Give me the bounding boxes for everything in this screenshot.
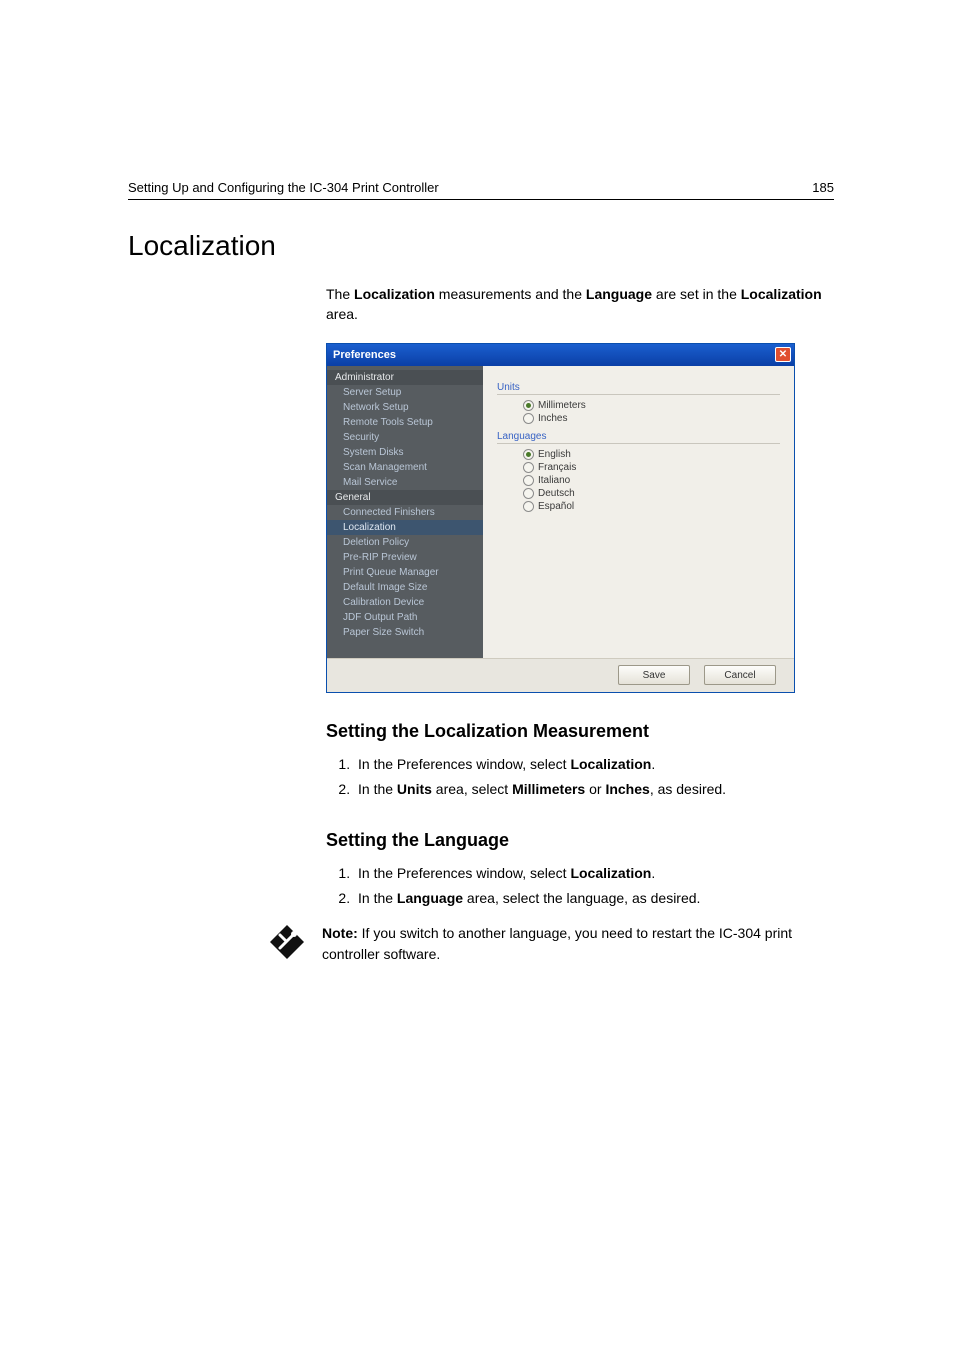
sidebar-item[interactable]: Localization: [327, 520, 483, 535]
step: In the Preferences window, select Locali…: [354, 861, 834, 886]
running-header: Setting Up and Configuring the IC-304 Pr…: [128, 180, 834, 200]
sidebar-item[interactable]: Mail Service: [327, 475, 483, 490]
language-option[interactable]: Italiano: [497, 474, 780, 487]
radio-icon: [523, 413, 534, 424]
radio-label: English: [538, 449, 571, 460]
sidebar-group-header: Administrator: [327, 370, 483, 385]
sidebar-item[interactable]: Deletion Policy: [327, 535, 483, 550]
sidebar-item[interactable]: System Disks: [327, 445, 483, 460]
radio-icon: [523, 488, 534, 499]
step: In the Language area, select the languag…: [354, 886, 834, 911]
steps-measurement: In the Preferences window, select Locali…: [326, 752, 834, 802]
note-icon: [266, 921, 308, 968]
page-number: 185: [812, 180, 834, 195]
step: In the Preferences window, select Locali…: [354, 752, 834, 777]
units-option[interactable]: Inches: [497, 412, 780, 425]
sidebar-item[interactable]: Security: [327, 430, 483, 445]
sidebar-item[interactable]: Remote Tools Setup: [327, 415, 483, 430]
sidebar-item[interactable]: Pre-RIP Preview: [327, 550, 483, 565]
step: In the Units area, select Millimeters or…: [354, 777, 834, 802]
sidebar-item[interactable]: Paper Size Switch: [327, 625, 483, 640]
language-option[interactable]: English: [497, 448, 780, 461]
sidebar-item[interactable]: Scan Management: [327, 460, 483, 475]
sidebar-item[interactable]: Server Setup: [327, 385, 483, 400]
preferences-dialog: Preferences ✕ AdministratorServer SetupN…: [326, 343, 795, 693]
dialog-footer: Save Cancel: [327, 658, 794, 692]
units-option[interactable]: Millimeters: [497, 399, 780, 412]
dialog-titlebar: Preferences ✕: [327, 344, 794, 366]
sidebar-item[interactable]: JDF Output Path: [327, 610, 483, 625]
radio-label: Español: [538, 501, 574, 512]
close-icon[interactable]: ✕: [775, 347, 791, 362]
radio-icon: [523, 475, 534, 486]
sidebar-item[interactable]: Connected Finishers: [327, 505, 483, 520]
sidebar-item[interactable]: Print Queue Manager: [327, 565, 483, 580]
languages-group-label: Languages: [497, 431, 780, 444]
subheading-measurement: Setting the Localization Measurement: [326, 721, 834, 742]
preferences-content: Units Millimeters Inches Languages Englis…: [483, 366, 794, 658]
radio-label: Français: [538, 462, 576, 473]
running-title: Setting Up and Configuring the IC-304 Pr…: [128, 180, 439, 195]
radio-label: Millimeters: [538, 400, 586, 411]
language-option[interactable]: Français: [497, 461, 780, 474]
radio-label: Inches: [538, 413, 567, 424]
sidebar-item[interactable]: Calibration Device: [327, 595, 483, 610]
sidebar-item[interactable]: Default Image Size: [327, 580, 483, 595]
radio-icon: [523, 449, 534, 460]
sidebar-group-header: General: [327, 490, 483, 505]
subheading-language: Setting the Language: [326, 830, 834, 851]
units-group-label: Units: [497, 382, 780, 395]
section-title: Localization: [128, 230, 834, 262]
note-text: Note: If you switch to another language,…: [322, 921, 834, 964]
steps-language: In the Preferences window, select Locali…: [326, 861, 834, 911]
radio-label: Deutsch: [538, 488, 575, 499]
intro-paragraph: The Localization measurements and the La…: [326, 284, 834, 325]
radio-icon: [523, 462, 534, 473]
radio-icon: [523, 501, 534, 512]
note-row: Note: If you switch to another language,…: [266, 921, 834, 968]
preferences-sidebar: AdministratorServer SetupNetwork SetupRe…: [327, 366, 483, 658]
sidebar-item[interactable]: Network Setup: [327, 400, 483, 415]
save-button[interactable]: Save: [618, 665, 690, 685]
radio-label: Italiano: [538, 475, 570, 486]
dialog-title: Preferences: [333, 349, 396, 361]
language-option[interactable]: Deutsch: [497, 487, 780, 500]
radio-icon: [523, 400, 534, 411]
language-option[interactable]: Español: [497, 500, 780, 513]
cancel-button[interactable]: Cancel: [704, 665, 776, 685]
